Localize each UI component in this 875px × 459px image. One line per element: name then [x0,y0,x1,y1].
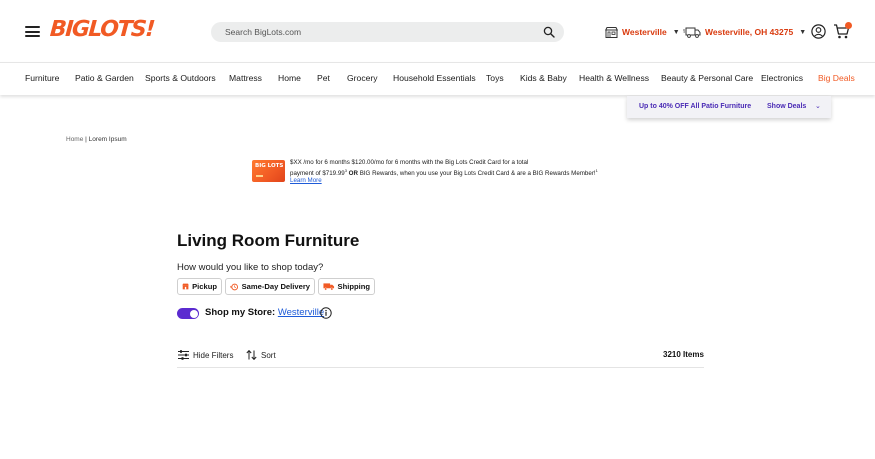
pickup-label: Pickup [192,282,217,291]
offer-rewards: BIG Rewards, when you use your Big Lots … [359,170,596,178]
search-icon[interactable] [543,26,555,38]
nav-item-pet[interactable]: Pet [317,73,330,83]
learn-more-link[interactable]: Learn More [290,177,322,184]
shop-my-store: Shop my Store: Westerville [205,307,324,318]
page-title: Living Room Furniture [177,231,360,250]
store-icon [605,26,618,38]
hide-filters-button[interactable]: Hide Filters [178,350,233,360]
show-deals-link[interactable]: Show Deals [767,103,806,110]
credit-card-image: BIG LOTS [252,160,285,182]
breadcrumb-separator: | [85,136,87,143]
store-name: Westerville [622,27,667,37]
offer-text-line1: $XX /mo for 6 months $120.00/mo for 6 mo… [290,159,529,166]
nav-item-mattress[interactable]: Mattress [229,73,262,83]
chevron-down-icon: ▼ [799,28,807,36]
same-day-delivery-button[interactable]: Same-Day Delivery [225,278,315,295]
nav-item-grocery[interactable]: Grocery [347,73,378,83]
cart-count-badge [845,22,852,29]
shop-question: How would you like to shop today? [177,262,324,273]
nav-item-patio-garden[interactable]: Patio & Garden [75,73,134,83]
nav-item-beauty-personal-care[interactable]: Beauty & Personal Care [661,73,753,83]
nav-item-sports-outdoors[interactable]: Sports & Outdoors [145,73,216,83]
nav-item-household-essentials[interactable]: Household Essentials [393,73,476,83]
footnote-mark: 3 [344,168,347,173]
biglots-logo[interactable]: BIGLOTS! [49,17,155,42]
nav-item-home[interactable]: Home [278,73,301,83]
breadcrumb-home[interactable]: Home [66,136,83,143]
items-count: 3210 Items [663,350,704,359]
nav-item-furniture[interactable]: Furniture [25,73,59,83]
promo-text: Up to 40% OFF All Patio Furniture [639,103,752,110]
shipping-label: Shipping [337,282,370,291]
offer-text-line2: payment of $719.993 OR BIG Rewards, when… [290,168,598,177]
nav-item-electronics[interactable]: Electronics [761,73,803,83]
delivery-location-selector[interactable]: Westerville, OH 43275 ▼ [683,25,806,39]
store-selector[interactable]: Westerville ▼ [605,25,680,39]
pickup-button[interactable]: Pickup [177,278,222,295]
sort-button[interactable]: Sort [246,350,276,360]
site-header: BIGLOTS! Search BigLots.com Westerville … [0,0,875,62]
nav-item-kids-baby[interactable]: Kids & Baby [520,73,567,83]
chevron-down-icon[interactable]: ⌄ [815,102,821,110]
card-chip [256,175,263,177]
shop-my-store-label: Shop my Store: [205,307,276,318]
menu-icon[interactable] [25,26,40,37]
promo-banner: Up to 40% OFF All Patio Furniture Show D… [627,96,831,118]
breadcrumb: Home | Lorem Ipsum [66,136,127,143]
shop-my-store-toggle[interactable] [177,308,199,319]
offer-or: OR [348,170,358,178]
delivery-location-label: Westerville, OH 43275 [705,27,794,37]
account-icon[interactable] [811,24,826,39]
divider [177,367,704,368]
same-day-delivery-icon [230,283,238,290]
footnote-mark: 1 [595,168,598,173]
shipping-truck-icon [323,283,335,291]
search-bar[interactable]: Search BigLots.com [211,22,564,42]
card-logo: BIG LOTS [255,163,284,169]
same-day-delivery-label: Same-Day Delivery [241,282,310,291]
truck-icon [683,27,701,38]
nav-item-health-wellness[interactable]: Health & Wellness [579,73,649,83]
shipping-button[interactable]: Shipping [318,278,375,295]
pickup-icon [182,283,189,290]
shop-my-store-link[interactable]: Westerville [278,307,324,318]
category-nav: Furniture Patio & Garden Sports & Outdoo… [0,62,875,95]
offer-total: payment of $719.99 [290,170,345,178]
nav-item-big-deals[interactable]: Big Deals [818,73,855,83]
sort-label: Sort [261,350,276,360]
nav-item-toys[interactable]: Toys [486,73,504,83]
info-icon[interactable] [320,307,332,319]
filter-sliders-icon [178,350,189,360]
chevron-down-icon: ▼ [672,28,680,36]
sort-arrows-icon [246,350,257,360]
breadcrumb-current: Lorem Ipsum [88,136,127,143]
search-input[interactable]: Search BigLots.com [225,27,301,37]
hide-filters-label: Hide Filters [193,350,234,360]
